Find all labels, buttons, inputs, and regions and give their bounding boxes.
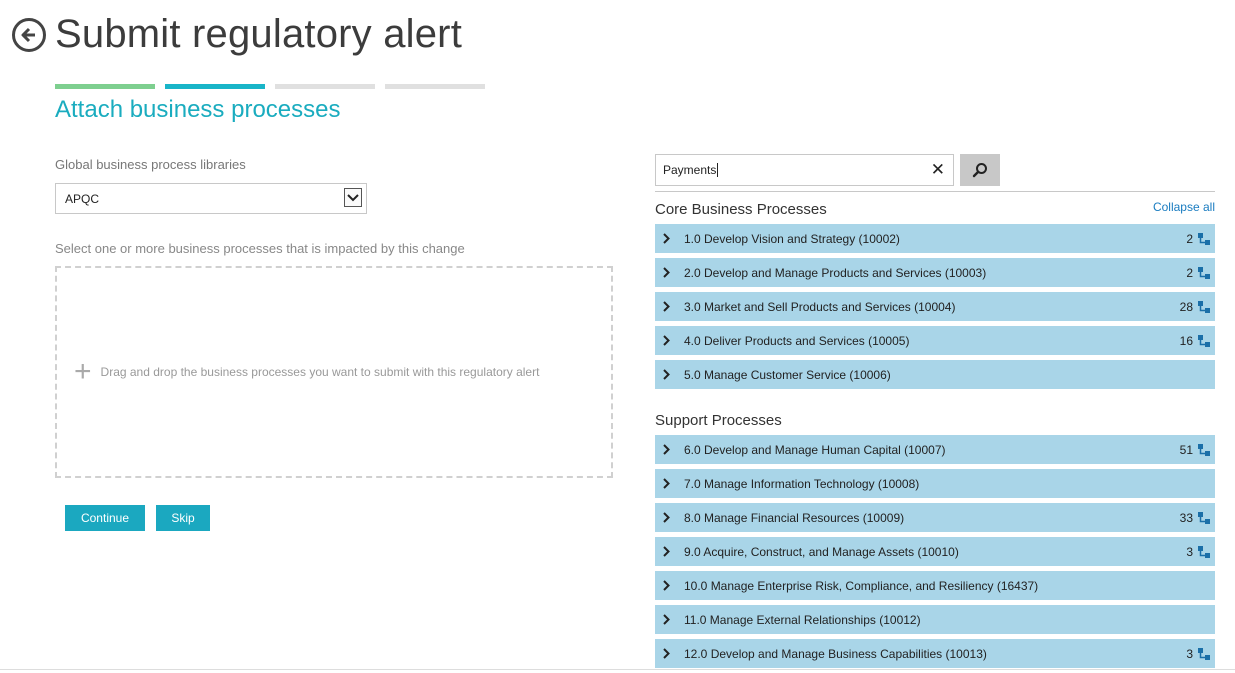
- continue-button[interactable]: Continue: [65, 505, 145, 531]
- tree-row[interactable]: 4.0 Deliver Products and Services (10005…: [655, 326, 1215, 355]
- tree-row-label: 4.0 Deliver Products and Services (10005…: [684, 333, 910, 348]
- tree-row-count: 2: [1186, 231, 1193, 246]
- hierarchy-icon[interactable]: [1197, 232, 1211, 246]
- hierarchy-icon[interactable]: [1197, 334, 1211, 348]
- back-arrow-icon[interactable]: [12, 18, 46, 52]
- tree-row-label: 12.0 Develop and Manage Business Capabil…: [684, 646, 987, 661]
- wizard-step-2: [165, 84, 265, 89]
- tree-row[interactable]: 6.0 Develop and Manage Human Capital (10…: [655, 435, 1215, 464]
- tree-row[interactable]: 8.0 Manage Financial Resources (10009) 33: [655, 503, 1215, 532]
- plus-icon: +: [74, 355, 92, 388]
- tree-row[interactable]: 7.0 Manage Information Technology (10008…: [655, 469, 1215, 498]
- tree-row[interactable]: 5.0 Manage Customer Service (10006): [655, 360, 1215, 389]
- hierarchy-icon[interactable]: [1197, 443, 1211, 457]
- tree-row-count: 33: [1179, 510, 1193, 525]
- tree-row[interactable]: 9.0 Acquire, Construct, and Manage Asset…: [655, 537, 1215, 566]
- chevron-right-icon[interactable]: [663, 335, 673, 346]
- tree-row-label: 5.0 Manage Customer Service (10006): [684, 367, 891, 382]
- group-title-core: Core Business Processes: [655, 201, 827, 218]
- section-title: Attach business processes: [55, 96, 341, 123]
- clear-icon[interactable]: ✕: [931, 161, 945, 178]
- chevron-right-icon[interactable]: [663, 369, 673, 380]
- hierarchy-icon[interactable]: [1197, 300, 1211, 314]
- library-select[interactable]: APQC: [55, 183, 367, 214]
- drop-zone-text: Drag and drop the business processes you…: [100, 365, 540, 379]
- tree-row-count: 3: [1186, 646, 1193, 661]
- hierarchy-icon[interactable]: [1197, 545, 1211, 559]
- chevron-right-icon[interactable]: [663, 444, 673, 455]
- tree-row-label: 10.0 Manage Enterprise Risk, Compliance,…: [684, 578, 1039, 593]
- chevron-right-icon[interactable]: [663, 546, 673, 557]
- library-select-value: APQC: [65, 191, 100, 206]
- tree-row-label: 11.0 Manage External Relationships (1001…: [684, 612, 921, 627]
- process-drop-zone[interactable]: + Drag and drop the business processes y…: [55, 266, 613, 478]
- chevron-right-icon[interactable]: [663, 478, 673, 489]
- search-input[interactable]: Payments ✕: [655, 154, 954, 186]
- group-title-support: Support Processes: [655, 412, 782, 429]
- skip-button[interactable]: Skip: [156, 505, 210, 531]
- hierarchy-icon[interactable]: [1197, 511, 1211, 525]
- chevron-right-icon[interactable]: [663, 512, 673, 523]
- search-button[interactable]: [960, 154, 1000, 186]
- chevron-right-icon[interactable]: [663, 301, 673, 312]
- tree-row-label: 8.0 Manage Financial Resources (10009): [684, 510, 905, 525]
- wizard-progress: [55, 84, 495, 89]
- wizard-step-3: [275, 84, 375, 89]
- library-label: Global business process libraries: [55, 157, 246, 172]
- tree-list-support: 6.0 Develop and Manage Human Capital (10…: [655, 435, 1215, 673]
- wizard-step-4: [385, 84, 485, 89]
- tree-list-core: 1.0 Develop Vision and Strategy (10002) 2…: [655, 224, 1215, 394]
- header: Submit regulatory alert: [12, 6, 462, 62]
- tree-row[interactable]: 3.0 Market and Sell Products and Service…: [655, 292, 1215, 321]
- chevron-right-icon[interactable]: [663, 648, 673, 659]
- search-icon: [972, 163, 987, 178]
- chevron-right-icon[interactable]: [663, 580, 673, 591]
- wizard-step-1: [55, 84, 155, 89]
- tree-row[interactable]: 1.0 Develop Vision and Strategy (10002) 2: [655, 224, 1215, 253]
- tree-row-count: 3: [1186, 544, 1193, 559]
- collapse-all-link[interactable]: Collapse all: [1153, 200, 1215, 214]
- search-input-value: Payments: [663, 163, 717, 177]
- tree-row-label: 2.0 Develop and Manage Products and Serv…: [684, 265, 987, 280]
- tree-row[interactable]: 2.0 Develop and Manage Products and Serv…: [655, 258, 1215, 287]
- tree-row[interactable]: 10.0 Manage Enterprise Risk, Compliance,…: [655, 571, 1215, 600]
- divider: [655, 191, 1215, 192]
- tree-row-count: 16: [1179, 333, 1193, 348]
- page-title: Submit regulatory alert: [55, 11, 463, 56]
- hierarchy-icon[interactable]: [1197, 266, 1211, 280]
- tree-row[interactable]: 12.0 Develop and Manage Business Capabil…: [655, 639, 1215, 668]
- tree-row-label: 6.0 Develop and Manage Human Capital (10…: [684, 442, 946, 457]
- tree-row-count: 28: [1179, 299, 1193, 314]
- chevron-right-icon[interactable]: [663, 267, 673, 278]
- tree-row-label: 1.0 Develop Vision and Strategy (10002): [684, 231, 900, 246]
- chevron-right-icon[interactable]: [663, 614, 673, 625]
- hierarchy-icon[interactable]: [1197, 647, 1211, 661]
- tree-row-count: 2: [1186, 265, 1193, 280]
- tree-row-label: 3.0 Market and Sell Products and Service…: [684, 299, 956, 314]
- chevron-down-icon[interactable]: [344, 188, 362, 207]
- tree-row[interactable]: 11.0 Manage External Relationships (1001…: [655, 605, 1215, 634]
- tree-row-count: 51: [1179, 442, 1193, 457]
- tree-row-label: 9.0 Acquire, Construct, and Manage Asset…: [684, 544, 959, 559]
- tree-row-label: 7.0 Manage Information Technology (10008…: [684, 476, 920, 491]
- selection-label: Select one or more business processes th…: [55, 241, 465, 256]
- chevron-right-icon[interactable]: [663, 233, 673, 244]
